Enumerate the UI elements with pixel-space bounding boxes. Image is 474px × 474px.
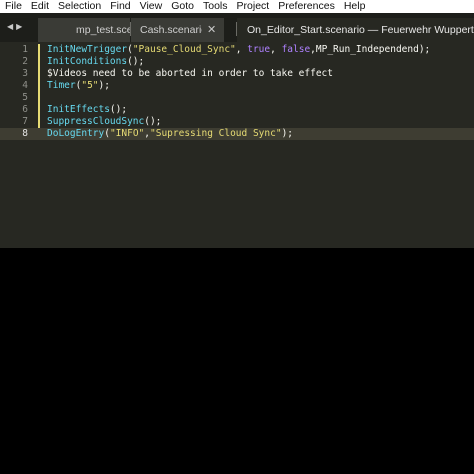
tab-label: Cash.scenario	[140, 24, 202, 36]
code-token: "Pause_Cloud_Sync"	[132, 44, 236, 55]
menu-project[interactable]: Project	[232, 0, 274, 13]
menu-file[interactable]: File	[0, 0, 26, 13]
code-token: "INFO"	[109, 128, 145, 139]
code-token: DoLogEntry	[47, 128, 105, 139]
code-line[interactable]: InitEffects();	[47, 104, 127, 116]
line-number: 7	[22, 116, 28, 127]
code-line[interactable]: InitNewTrigger("Pause_Cloud_Sync", true,…	[47, 44, 430, 56]
code-token: false	[281, 44, 311, 55]
close-icon[interactable]: ✕	[207, 18, 216, 42]
code-token: true	[247, 44, 271, 55]
code-token: InitEffects	[47, 104, 110, 115]
code-line[interactable]: SuppressCloudSync();	[47, 116, 161, 128]
tab-label: mp_test.sce	[76, 24, 130, 36]
tab-bar: ◀▶ mp_test.sce Cash.scenario ✕ On_Editor…	[0, 13, 474, 42]
menu-goto[interactable]: Goto	[166, 0, 198, 13]
menu-bar: File Edit Selection Find View Goto Tools…	[0, 0, 474, 13]
menu-help[interactable]: Help	[339, 0, 370, 13]
code-token: ();	[109, 104, 128, 115]
code-token: ,	[270, 44, 282, 55]
menu-tools[interactable]: Tools	[198, 0, 232, 13]
code-token: $Videos need to be aborted in order to t…	[47, 68, 333, 79]
code-token: InitConditions	[47, 56, 128, 67]
code-editor[interactable]: 1 2 3 4 5 6 7 8 InitNewTrigger("Pause_Cl…	[0, 42, 474, 248]
menu-find[interactable]: Find	[105, 0, 134, 13]
tab-mp-test[interactable]: mp_test.sce	[38, 18, 130, 42]
code-token: "5"	[81, 80, 99, 91]
line-number: 4	[22, 80, 28, 91]
code-token: Timer	[47, 80, 76, 91]
line-number: 1	[22, 44, 28, 55]
menu-view[interactable]: View	[135, 0, 167, 13]
tab-on-editor-start[interactable]: On_Editor_Start.scenario — Feuerwehr Wup…	[237, 18, 474, 42]
sublime-text-window: File Edit Selection Find View Goto Tools…	[0, 0, 474, 474]
line-number: 2	[22, 56, 28, 67]
empty-black-area	[0, 248, 474, 474]
code-token: InitNewTrigger	[47, 44, 128, 55]
code-line[interactable]: $Videos need to be aborted in order to t…	[47, 68, 333, 80]
line-number: 5	[22, 92, 28, 103]
line-number-gutter: 1 2 3 4 5 6 7 8	[0, 42, 42, 248]
code-token: ,	[235, 44, 248, 55]
menu-edit[interactable]: Edit	[26, 0, 53, 13]
code-token: );	[98, 80, 110, 91]
code-token: SuppressCloudSync	[47, 116, 145, 127]
menu-selection[interactable]: Selection	[53, 0, 105, 13]
code-token: );	[281, 128, 294, 139]
line-number-current: 8	[22, 128, 28, 139]
menu-preferences[interactable]: Preferences	[273, 0, 339, 13]
modified-lines-marker	[38, 44, 40, 128]
code-token: "Supressing Cloud Sync"	[150, 128, 282, 139]
code-token: ,MP_Run_Independend);	[310, 44, 431, 55]
code-token: ();	[127, 56, 145, 67]
chevron-left-right-icon[interactable]: ◀▶	[7, 22, 25, 31]
code-line[interactable]: Timer("5");	[47, 80, 110, 92]
line-number: 6	[22, 104, 28, 115]
tab-cash-scenario[interactable]: Cash.scenario ✕	[131, 18, 224, 42]
code-line[interactable]: InitConditions();	[47, 56, 144, 68]
code-token: ();	[144, 116, 162, 127]
code-line[interactable]: DoLogEntry("INFO","Supressing Cloud Sync…	[47, 128, 293, 140]
line-number: 3	[22, 68, 28, 79]
tab-label: On_Editor_Start.scenario — Feuerwehr Wup…	[247, 24, 474, 36]
